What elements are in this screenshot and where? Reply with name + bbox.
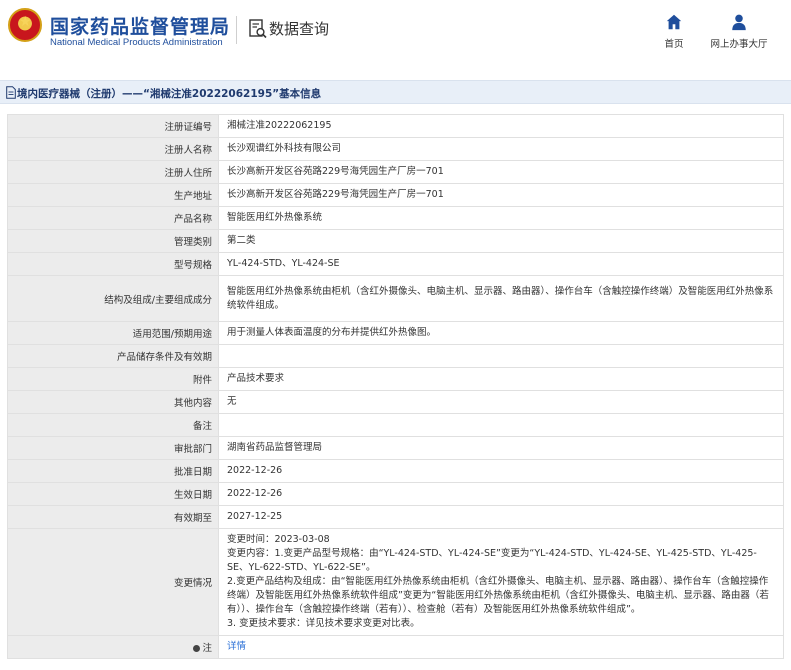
change-line: 变更时间：2023-03-08: [227, 534, 330, 545]
model-spec-value: YL-424-STD、YL-424-SE: [218, 252, 784, 276]
field-label: 生产地址: [7, 183, 219, 207]
header-divider: [236, 16, 237, 44]
field-label: 生效日期: [7, 482, 219, 506]
table-row: 注册人名称 长沙观谱红外科技有限公司: [7, 137, 784, 161]
national-emblem-logo: ★: [8, 8, 42, 42]
nav-home[interactable]: 首页: [660, 12, 688, 50]
field-label: 适用范围/预期用途: [7, 321, 219, 345]
table-row: 适用范围/预期用途 用于测量人体表面温度的分布并提供红外热像图。: [7, 321, 784, 345]
nav-home-label: 首页: [664, 39, 684, 50]
field-label: 变更情况: [7, 528, 219, 636]
table-row: 注册人住所 长沙高新开发区谷苑路229号海凭园生产厂房一701: [7, 160, 784, 184]
registrant-residence-value: 长沙高新开发区谷苑路229号海凭园生产厂房一701: [218, 160, 784, 184]
table-row: 产品名称 智能医用红外热像系统: [7, 206, 784, 230]
approval-date-value: 2022-12-26: [218, 459, 784, 483]
record-title-bar: 境内医疗器械（注册）——“湘械注准20222062195”基本信息: [0, 80, 791, 104]
production-address-value: 长沙高新开发区谷苑路229号海凭园生产厂房一701: [218, 183, 784, 207]
table-row: 管理类别 第二类: [7, 229, 784, 253]
search-document-icon: [249, 19, 267, 39]
approval-department-value: 湖南省药品监督管理局: [218, 436, 784, 460]
field-label: 审批部门: [7, 436, 219, 460]
management-category-value: 第二类: [218, 229, 784, 253]
table-row: 注 详情: [7, 635, 784, 659]
note-label: 注: [202, 643, 212, 654]
table-row: 注册证编号 湘械注准20222062195: [7, 114, 784, 138]
table-row: 变更情况 变更时间：2023-03-08 变更内容：1.变更产品型号规格：由“Y…: [7, 528, 784, 636]
scope-value: 用于测量人体表面温度的分布并提供红外热像图。: [218, 321, 784, 345]
field-label: 其他内容: [7, 390, 219, 414]
remark-value: [218, 413, 784, 437]
user-icon: [732, 14, 746, 31]
details-link[interactable]: 详情: [227, 641, 246, 652]
nav-online-service[interactable]: 网上办事大厅: [707, 12, 771, 50]
brand-name-cn: 国家药品监督管理局: [50, 16, 231, 38]
table-row: 生效日期 2022-12-26: [7, 482, 784, 506]
product-name-value: 智能医用红外热像系统: [218, 206, 784, 230]
table-row: 有效期至 2027-12-25: [7, 505, 784, 529]
field-label: 注册人住所: [7, 160, 219, 184]
expiry-date-value: 2027-12-25: [218, 505, 784, 529]
brand-name-en: National Medical Products Administration: [50, 37, 223, 48]
nav-online-service-label: 网上办事大厅: [710, 39, 768, 50]
change-line: 3. 变更技术要求：详见技术要求变更对比表。: [227, 618, 420, 629]
table-row: 审批部门 湖南省药品监督管理局: [7, 436, 784, 460]
field-label: 注册证编号: [7, 114, 219, 138]
table-row: 其他内容 无: [7, 390, 784, 414]
table-row: 产品储存条件及有效期: [7, 344, 784, 368]
site-header: ★ 国家药品监督管理局 National Medical Products Ad…: [0, 0, 791, 70]
change-history-value: 变更时间：2023-03-08 变更内容：1.变更产品型号规格：由“YL-424…: [218, 528, 784, 636]
change-line: 2.变更产品结构及组成：由“智能医用红外热像系统由柜机（含红外摄像头、电脑主机、…: [227, 576, 769, 615]
note-value: 详情: [218, 635, 784, 659]
field-label: 注: [7, 635, 219, 659]
field-label: 结构及组成/主要组成成分: [7, 275, 219, 322]
registrant-name-value: 长沙观谱红外科技有限公司: [218, 137, 784, 161]
field-label: 有效期至: [7, 505, 219, 529]
other-content-value: 无: [218, 390, 784, 414]
registration-info-table: 注册证编号 湘械注准20222062195 注册人名称 长沙观谱红外科技有限公司…: [7, 114, 784, 659]
field-label: 型号规格: [7, 252, 219, 276]
field-label: 产品储存条件及有效期: [7, 344, 219, 368]
attachment-value: 产品技术要求: [218, 367, 784, 391]
bullet-icon: [193, 645, 201, 652]
table-row: 生产地址 长沙高新开发区谷苑路229号海凭园生产厂房一701: [7, 183, 784, 207]
table-row: 结构及组成/主要组成成分 智能医用红外热像系统由柜机（含红外摄像头、电脑主机、显…: [7, 275, 784, 322]
table-row: 附件 产品技术要求: [7, 367, 784, 391]
field-label: 管理类别: [7, 229, 219, 253]
field-label: 备注: [7, 413, 219, 437]
table-row: 型号规格 YL-424-STD、YL-424-SE: [7, 252, 784, 276]
change-line: 变更内容：1.变更产品型号规格：由“YL-424-STD、YL-424-SE”变…: [227, 548, 757, 573]
storage-value: [218, 344, 784, 368]
field-label: 批准日期: [7, 459, 219, 483]
record-title: 境内医疗器械（注册）——“湘械注准20222062195”基本信息: [17, 88, 322, 100]
field-label: 附件: [7, 367, 219, 391]
section-title: 数据查询: [269, 20, 330, 38]
effective-date-value: 2022-12-26: [218, 482, 784, 506]
structure-value: 智能医用红外热像系统由柜机（含红外摄像头、电脑主机、显示器、路由器）、操作台车（…: [218, 275, 784, 322]
document-icon: [6, 86, 16, 99]
registration-number-value: 湘械注准20222062195: [218, 114, 784, 138]
home-icon: [666, 14, 682, 30]
field-label: 注册人名称: [7, 137, 219, 161]
table-row: 备注: [7, 413, 784, 437]
table-row: 批准日期 2022-12-26: [7, 459, 784, 483]
field-label: 产品名称: [7, 206, 219, 230]
